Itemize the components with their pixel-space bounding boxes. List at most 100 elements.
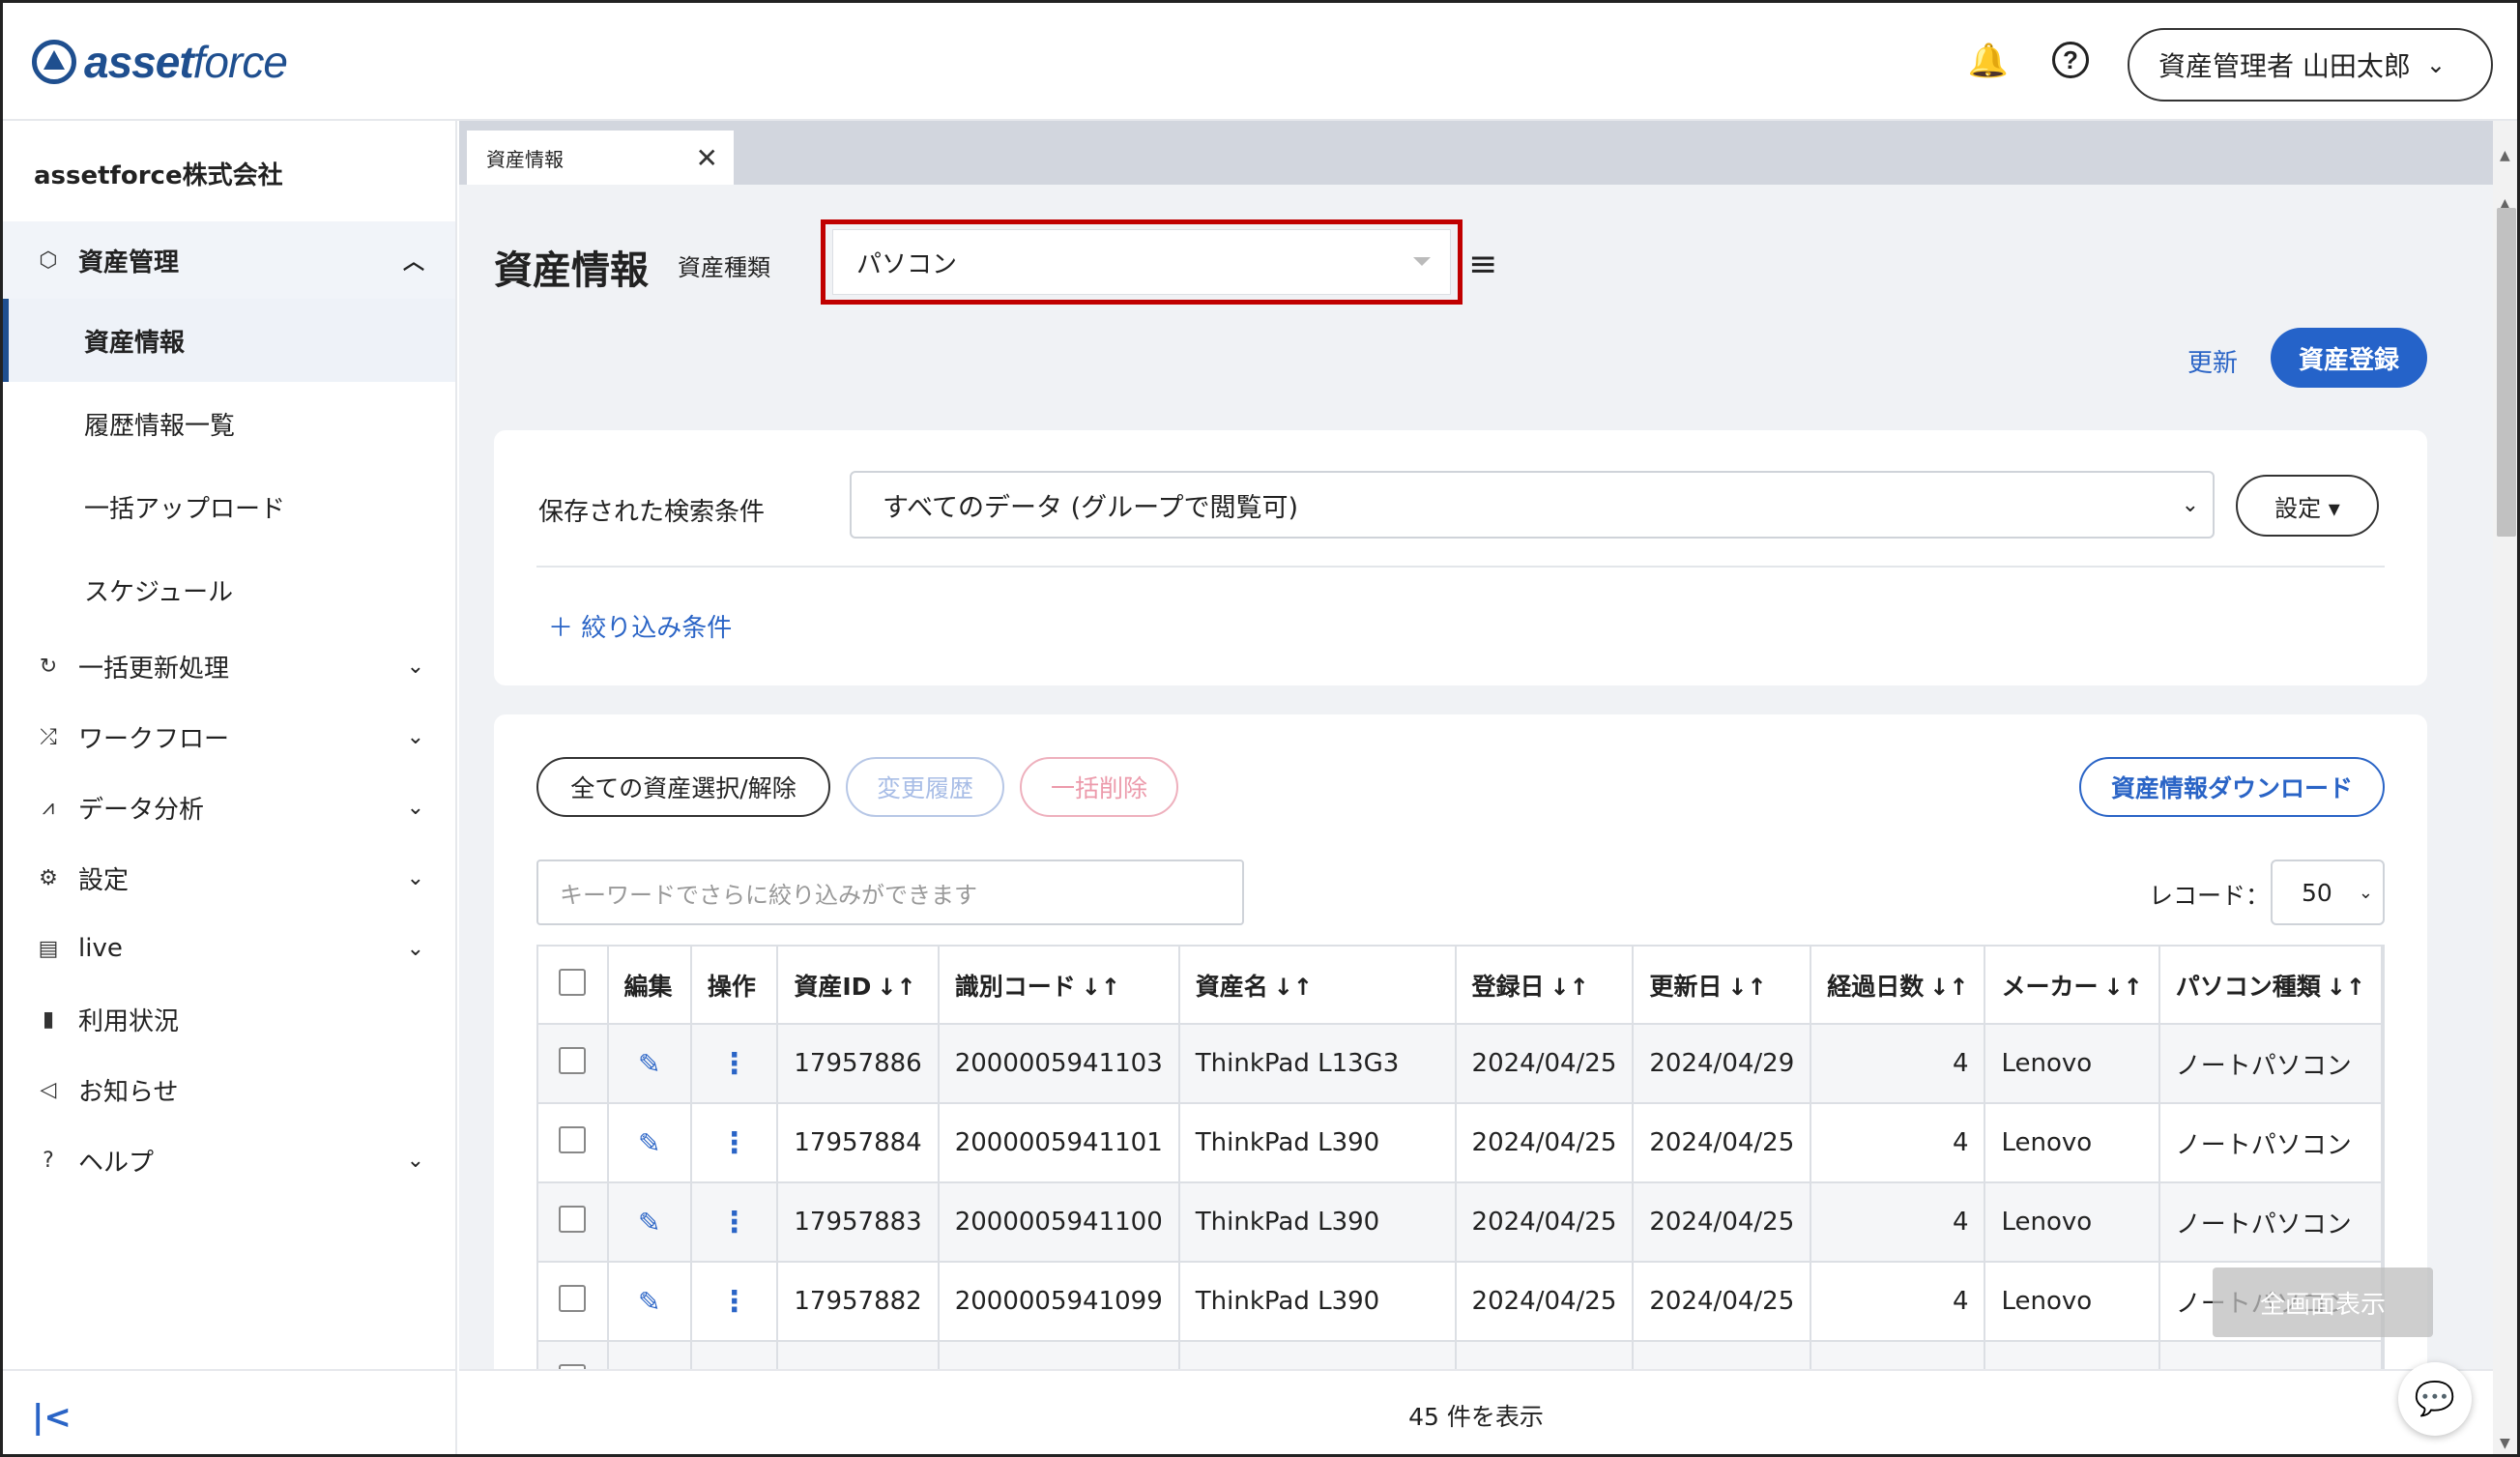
sidebar-group-asset-management[interactable]: ⬡ 資産管理 ︿	[3, 221, 455, 299]
header-updated-date[interactable]: 更新日 ↓↑	[1633, 947, 1812, 1025]
edit-icon[interactable]: ✎	[638, 1127, 660, 1159]
cell-updated: 2024/04/25	[1633, 1262, 1812, 1342]
fullscreen-button[interactable]: 全画面表示	[2213, 1268, 2433, 1337]
empty-cell	[690, 1341, 779, 1369]
cell-registered: 2024/04/25	[1455, 1262, 1635, 1342]
main-content: 資産情報 ✕ 資産情報 資産種類 パソコン ≡ 更新 資産登録 保存された検索条…	[459, 121, 2493, 1369]
cell-days: 4	[1810, 1182, 1986, 1263]
sidebar-item-live[interactable]: ▤ live ⌄	[3, 919, 455, 977]
cell-asset-id: 17957886	[777, 1024, 940, 1104]
help-icon[interactable]: ?	[2052, 42, 2089, 78]
help-circle-icon: ?	[43, 1148, 54, 1173]
close-icon[interactable]: ✕	[696, 142, 718, 174]
add-filter-link[interactable]: ＋ 絞り込み条件	[548, 608, 732, 644]
header-label: 資産ID	[794, 972, 872, 1001]
scrollbar-thumb[interactable]	[2497, 208, 2516, 537]
kebab-menu-icon[interactable]: ⋮	[720, 1047, 749, 1081]
row-checkbox[interactable]	[559, 1125, 587, 1153]
chevron-down-icon: ⌄	[2181, 492, 2199, 517]
row-checkbox[interactable]	[559, 1205, 587, 1233]
update-link[interactable]: 更新	[2187, 343, 2238, 379]
workflow-icon: ⤮	[40, 724, 57, 749]
sidebar-item-history-list[interactable]: 履歴情報一覧	[3, 382, 455, 465]
cell-type: ノートパソコン	[2158, 1024, 2383, 1104]
edit-cell: ✎	[607, 1182, 692, 1263]
sidebar-item-bulk-update[interactable]: ↻ 一括更新処理 ⌄	[3, 637, 455, 695]
sidebar-item-settings[interactable]: ⚙ 設定 ⌄	[3, 849, 455, 907]
assetforce-logo[interactable]: assetforce	[32, 36, 288, 88]
header-asset-id[interactable]: 資産ID ↓↑	[777, 947, 940, 1025]
header-asset-name[interactable]: 資産名 ↓↑	[1178, 947, 1457, 1025]
keyword-search-input[interactable]: キーワードでさらに絞り込みができます	[536, 860, 1244, 925]
user-menu-button[interactable]: 資産管理者 山田太郎 ⌄	[2128, 28, 2493, 102]
chat-icon[interactable]: 💬	[2398, 1362, 2472, 1436]
edit-cell: ✎	[607, 1262, 692, 1342]
vertical-scrollbar[interactable]: ▲ ▲ ▼	[2493, 121, 2517, 1454]
tab-asset-info[interactable]: 資産情報 ✕	[467, 131, 734, 185]
sidebar: assetforce株式会社 ⬡ 資産管理 ︿ 資産情報 履歴情報一覧 一括アッ…	[3, 121, 457, 1454]
cell-updated: 2024/04/25	[1633, 1182, 1812, 1263]
sidebar-item-usage[interactable]: ▮ 利用状況	[3, 990, 455, 1048]
record-count-select[interactable]: 50 ⌄	[2271, 860, 2385, 925]
sidebar-item-help[interactable]: ? ヘルプ ⌄	[3, 1131, 455, 1189]
results-footer: 45 件を表示	[459, 1369, 2493, 1454]
results-card: 全ての資産選択/解除 変更履歴 一括削除 資産情報ダウンロード キーワードでさら…	[494, 714, 2427, 1369]
sidebar-item-notices[interactable]: ◁ お知らせ	[3, 1061, 455, 1119]
settings-dropdown-button[interactable]: 設定 ▾	[2236, 475, 2379, 537]
saved-search-select[interactable]: すべてのデータ (グループで閲覧可) ⌄	[850, 471, 2215, 539]
chevron-down-icon: ⌄	[406, 654, 424, 679]
chevron-down-icon: ⌄	[2425, 51, 2447, 78]
chevron-down-icon: ⌄	[2358, 882, 2373, 903]
download-button[interactable]: 資産情報ダウンロード	[2079, 757, 2385, 817]
empty-cell	[1455, 1341, 1635, 1369]
register-asset-button[interactable]: 資産登録	[2271, 328, 2427, 388]
caret-down-icon	[1413, 257, 1431, 266]
header-identification-code[interactable]: 識別コード ↓↑	[938, 947, 1180, 1025]
cell-days: 4	[1810, 1024, 1986, 1104]
table-row-partial	[538, 1341, 2383, 1369]
edit-icon[interactable]: ✎	[638, 1286, 660, 1318]
user-name: 資産管理者 山田太郎	[2158, 50, 2411, 82]
scroll-up-icon[interactable]: ▲	[2500, 148, 2510, 163]
header-elapsed-days[interactable]: 経過日数 ↓↑	[1810, 947, 1986, 1025]
bulk-delete-button[interactable]: 一括削除	[1020, 757, 1178, 817]
sidebar-item-data-analysis[interactable]: ⩘ データ分析 ⌄	[3, 778, 455, 836]
row-checkbox[interactable]	[559, 1284, 587, 1312]
collapse-sidebar-icon[interactable]: |<	[32, 1398, 72, 1437]
live-icon: ▤	[38, 936, 59, 961]
row-checkbox-cell	[538, 1024, 609, 1104]
action-cell: ⋮	[690, 1024, 779, 1104]
header-maker[interactable]: メーカー ↓↑	[1984, 947, 2160, 1025]
sidebar-item-workflow[interactable]: ⤮ ワークフロー ⌄	[3, 708, 455, 766]
table-row[interactable]: ✎ ⋮ 17957886 2000005941103 ThinkPad L13G…	[538, 1024, 2383, 1104]
saved-search-value: すべてのデータ (グループで閲覧可)	[883, 492, 1299, 523]
empty-cell	[1178, 1341, 1457, 1369]
sidebar-item-asset-info[interactable]: 資産情報	[3, 299, 455, 382]
cell-asset-id: 17957882	[777, 1262, 940, 1342]
menu-icon[interactable]: ≡	[1468, 245, 1497, 284]
change-history-button[interactable]: 変更履歴	[846, 757, 1004, 817]
asset-type-select[interactable]: パソコン	[832, 229, 1451, 295]
bell-icon[interactable]: 🔔	[1968, 42, 2009, 80]
select-all-checkbox[interactable]	[559, 968, 587, 996]
kebab-menu-icon[interactable]: ⋮	[720, 1126, 749, 1160]
edit-icon[interactable]: ✎	[638, 1207, 660, 1238]
cell-type: ノートパソコン	[2158, 1182, 2383, 1263]
header-pc-type[interactable]: パソコン種類 ↓↑	[2158, 947, 2383, 1025]
action-cell: ⋮	[690, 1182, 779, 1263]
header-registered-date[interactable]: 登録日 ↓↑	[1455, 947, 1635, 1025]
table-row[interactable]: ✎ ⋮ 17957883 2000005941100 ThinkPad L390…	[538, 1182, 2383, 1263]
cell-code: 2000005941101	[938, 1103, 1180, 1183]
select-all-button[interactable]: 全ての資産選択/解除	[536, 757, 830, 817]
kebab-menu-icon[interactable]: ⋮	[720, 1206, 749, 1239]
record-count-value: 50	[2302, 878, 2332, 907]
sidebar-item-bulk-upload[interactable]: 一括アップロード	[3, 465, 455, 548]
sidebar-item-schedule[interactable]: スケジュール	[3, 548, 455, 631]
cube-icon: ⬡	[39, 248, 58, 273]
table-row[interactable]: ✎ ⋮ 17957884 2000005941101 ThinkPad L390…	[538, 1103, 2383, 1183]
kebab-menu-icon[interactable]: ⋮	[720, 1285, 749, 1319]
row-checkbox[interactable]	[559, 1046, 587, 1074]
table-row[interactable]: ✎ ⋮ 17957882 2000005941099 ThinkPad L390…	[538, 1262, 2383, 1342]
scroll-down-icon[interactable]: ▼	[2500, 1436, 2510, 1451]
edit-icon[interactable]: ✎	[638, 1048, 660, 1080]
